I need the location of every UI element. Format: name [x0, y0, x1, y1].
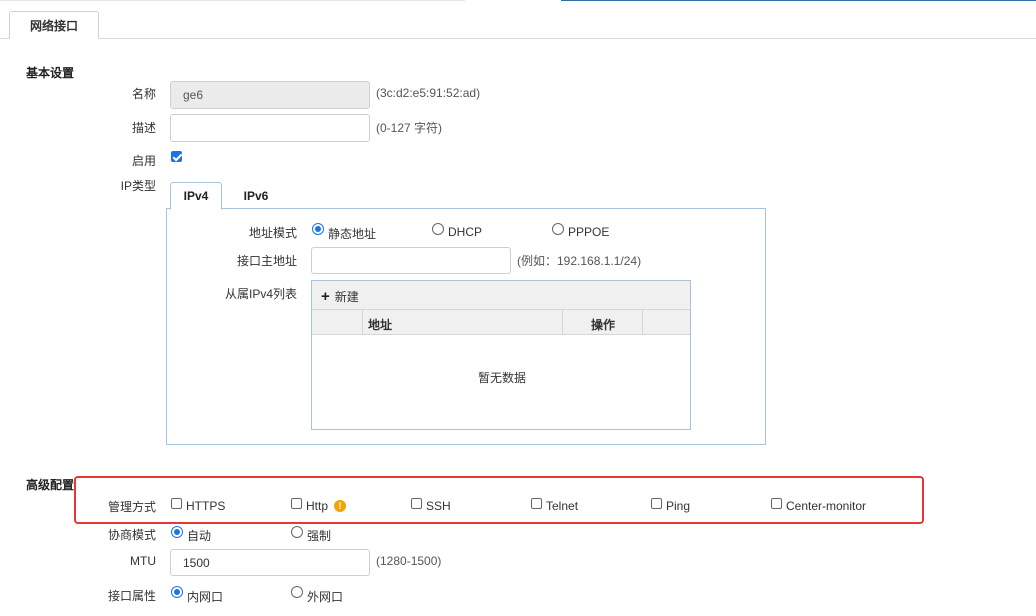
- name-input: [170, 81, 370, 109]
- top-divider-right: [561, 0, 1036, 1]
- negotiation-label: 协商模式: [107, 528, 156, 542]
- add-button-label: 新建: [334, 290, 359, 304]
- grid-column-divider: [362, 310, 363, 334]
- mtu-input[interactable]: [170, 549, 370, 576]
- interface-attr-label: 接口属性: [107, 589, 156, 603]
- radio-pppoe[interactable]: [552, 223, 564, 235]
- http-checkbox[interactable]: [291, 498, 302, 509]
- radio-dhcp[interactable]: [432, 223, 444, 235]
- secondary-list-label: 从属IPv4列表: [224, 287, 297, 301]
- https-label: HTTPS: [186, 499, 226, 513]
- auto-label: 自动: [187, 529, 212, 543]
- radio-forced[interactable]: [291, 526, 303, 538]
- column-header-address[interactable]: 地址: [368, 316, 392, 333]
- tab-strip-line: [0, 38, 1036, 39]
- grid-column-divider: [642, 310, 643, 334]
- forced-label: 强制: [307, 529, 332, 543]
- ssh-checkbox[interactable]: [411, 498, 422, 509]
- https-checkbox[interactable]: [171, 498, 182, 509]
- add-button[interactable]: + 新建: [321, 288, 359, 305]
- description-input[interactable]: [170, 114, 370, 142]
- empty-data-text: 暂无数据: [478, 371, 527, 385]
- radio-static-address[interactable]: [312, 223, 324, 235]
- enable-checkbox[interactable]: [171, 151, 182, 162]
- primary-address-input[interactable]: [311, 247, 511, 274]
- column-header-action[interactable]: 操作: [591, 316, 615, 333]
- radio-auto[interactable]: [171, 526, 183, 538]
- ssh-label: SSH: [426, 499, 451, 513]
- pppoe-label: PPPOE: [568, 225, 610, 239]
- telnet-label: Telnet: [546, 499, 579, 513]
- telnet-checkbox[interactable]: [531, 498, 542, 509]
- address-mode-label: 地址模式: [248, 226, 297, 240]
- ip-type-label: IP类型: [120, 179, 156, 193]
- section-title-advanced: 高级配置: [26, 478, 75, 492]
- radio-wan-port[interactable]: [291, 586, 303, 598]
- mac-address-hint: (3c:d2:e5:91:52:ad): [376, 86, 481, 100]
- plus-icon: +: [321, 287, 330, 305]
- wan-port-label: 外网口: [307, 590, 344, 604]
- mtu-hint: (1280-1500): [376, 554, 442, 568]
- radio-lan-port[interactable]: [171, 586, 183, 598]
- primary-address-label: 接口主地址: [236, 254, 297, 268]
- tab-ipv4[interactable]: IPv4: [170, 182, 222, 210]
- static-address-label: 静态地址: [328, 227, 377, 241]
- grid-toolbar: [312, 281, 690, 310]
- primary-address-hint: (例如：192.168.1.1/24): [517, 254, 642, 268]
- lan-port-label: 内网口: [187, 590, 224, 604]
- center-monitor-label: Center-monitor: [786, 499, 867, 513]
- http-label: Http: [306, 499, 329, 513]
- description-hint: (0-127 字符): [376, 121, 443, 135]
- management-label: 管理方式: [107, 500, 156, 514]
- grid-column-divider: [562, 310, 563, 334]
- ping-label: Ping: [666, 499, 691, 513]
- enable-label: 启用: [131, 154, 156, 168]
- warning-icon[interactable]: !: [334, 500, 346, 512]
- dhcp-label: DHCP: [448, 225, 483, 239]
- top-divider-left: [0, 0, 465, 1]
- section-title-basic: 基本设置: [26, 66, 75, 80]
- mtu-label: MTU: [130, 554, 156, 568]
- name-label: 名称: [131, 87, 156, 101]
- center-monitor-checkbox[interactable]: [771, 498, 782, 509]
- ping-checkbox[interactable]: [651, 498, 662, 509]
- tab-ipv6[interactable]: IPv6: [232, 182, 280, 210]
- description-label: 描述: [131, 121, 156, 135]
- tab-network-interface[interactable]: 网络接口: [9, 11, 99, 39]
